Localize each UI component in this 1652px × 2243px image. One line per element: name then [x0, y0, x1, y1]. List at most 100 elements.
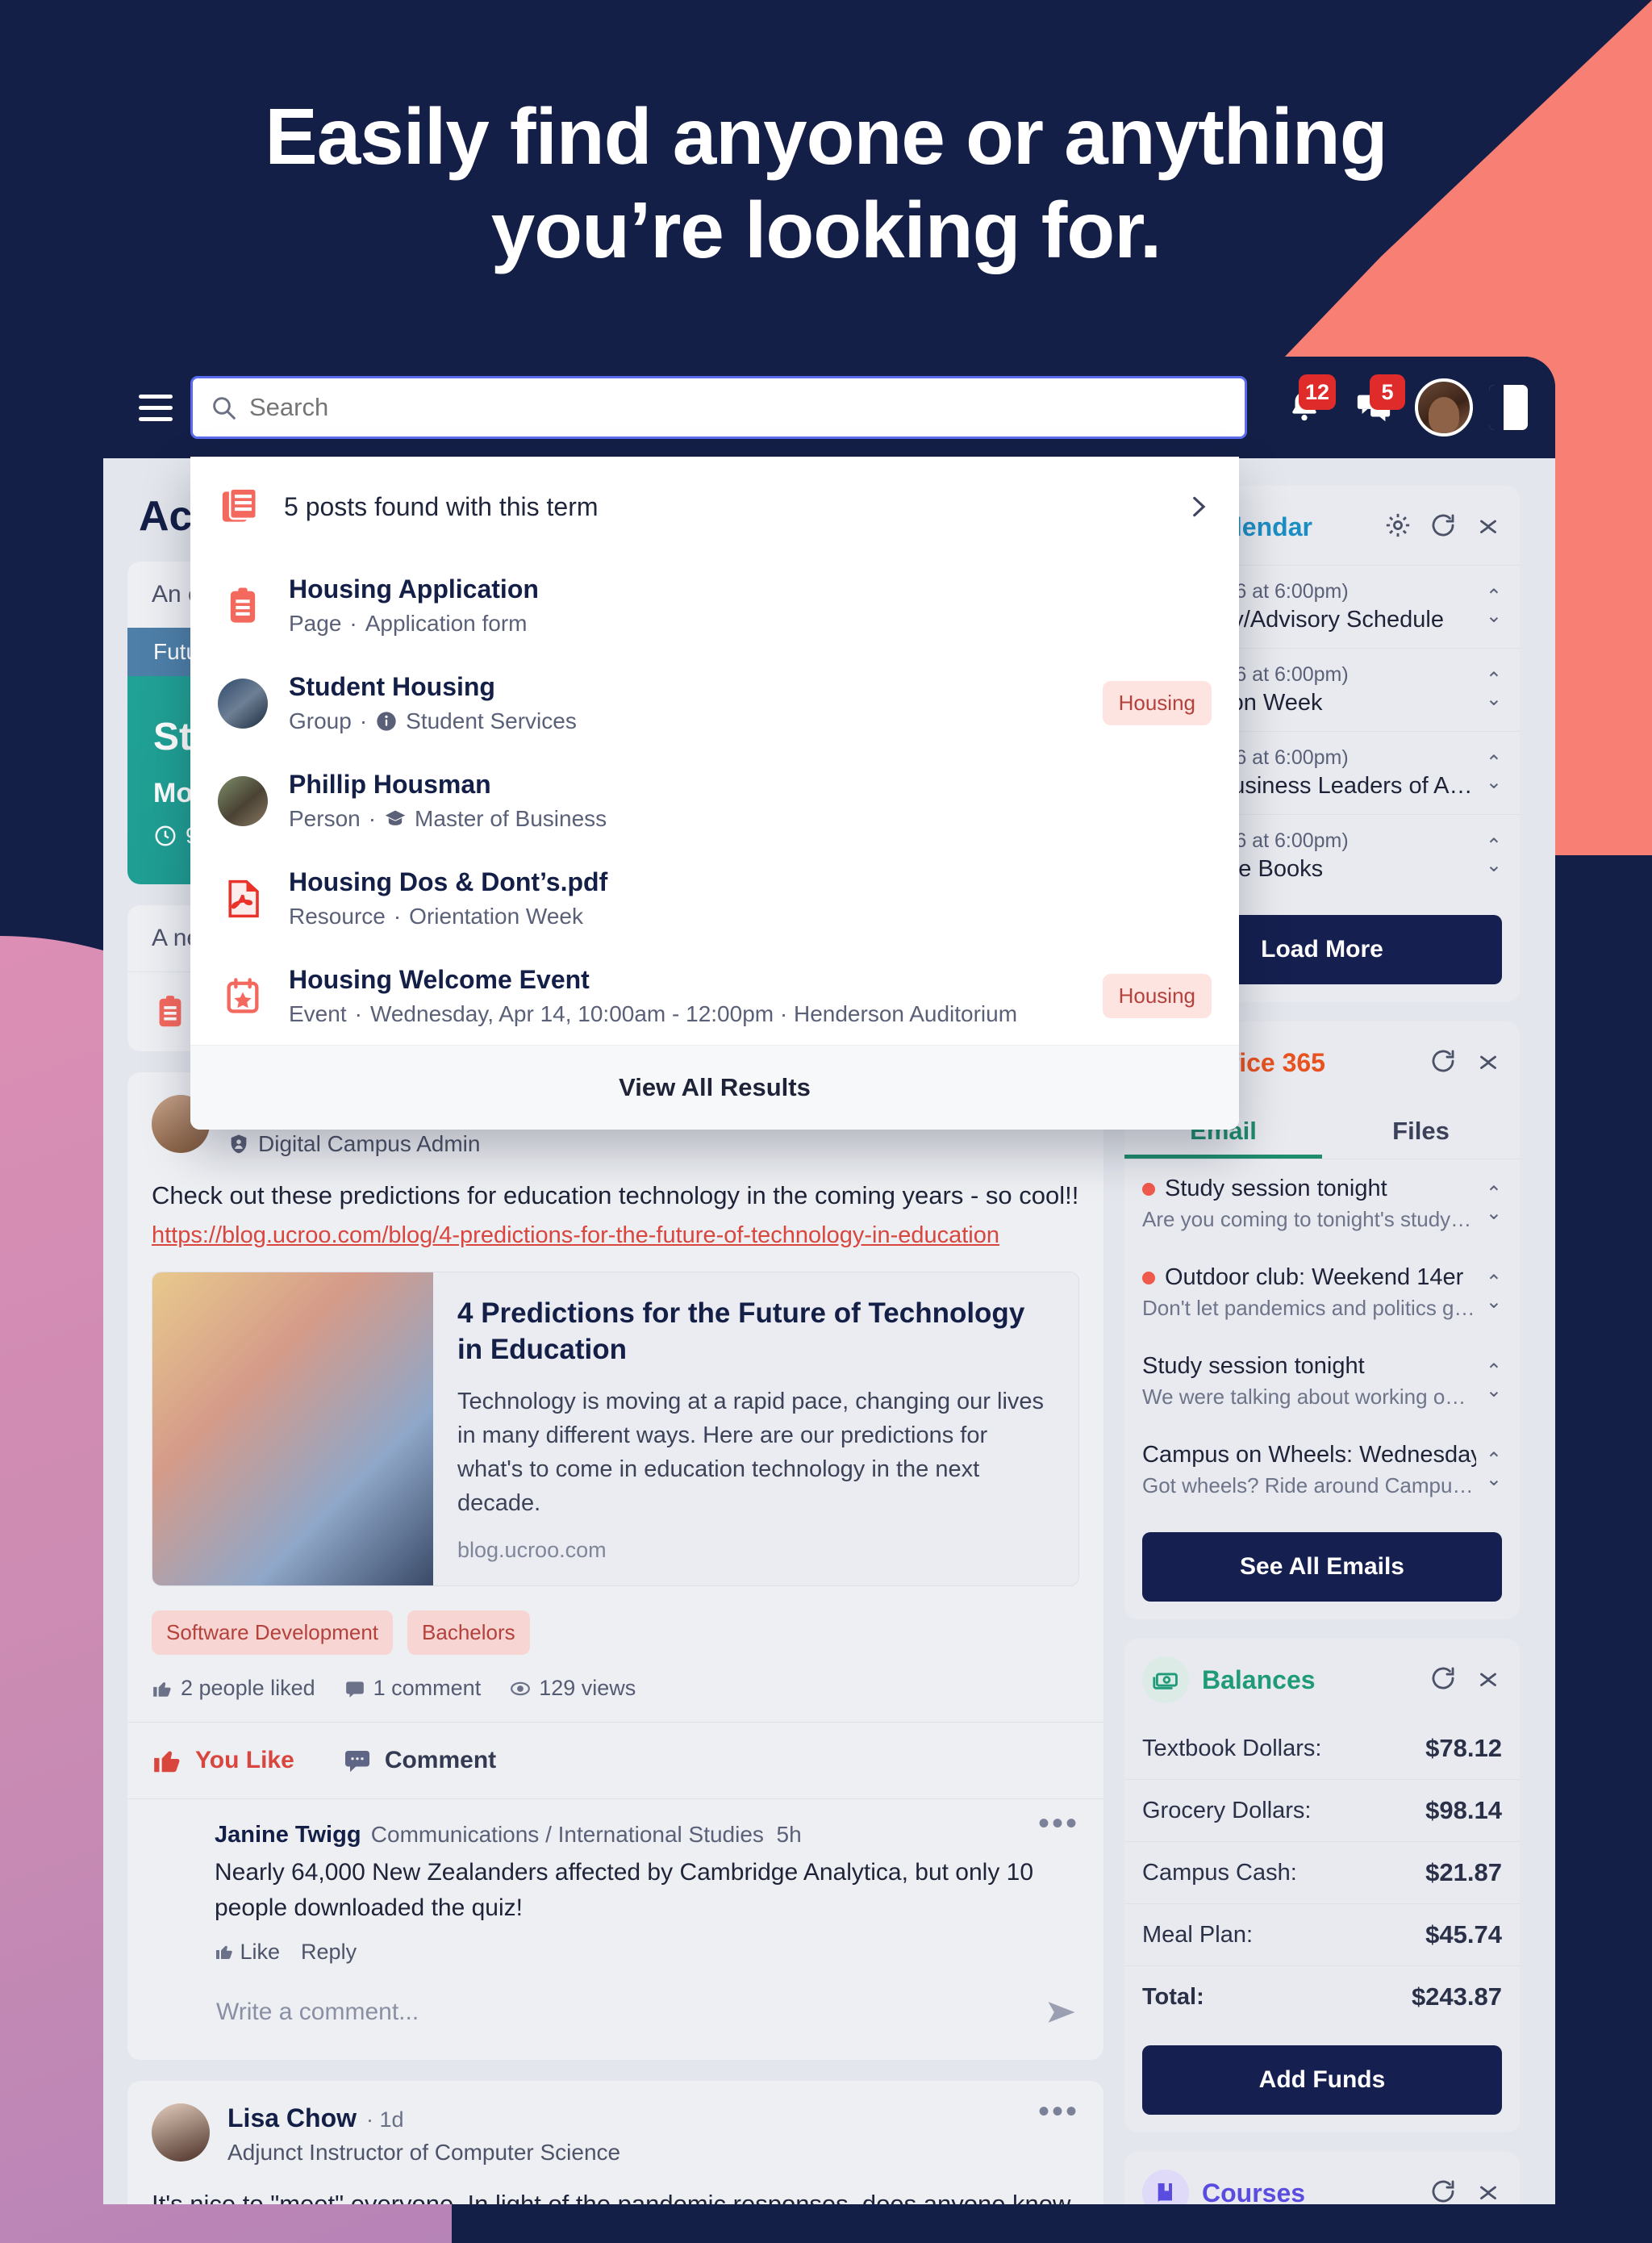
email-subject: Campus on Wheels: Wednesday Ni... — [1142, 1442, 1476, 1468]
list-item[interactable]: Outdoor club: Weekend 14er Don't let pan… — [1124, 1248, 1520, 1337]
comment-actions: Like Reply — [215, 1940, 1079, 1965]
see-all-emails-button[interactable]: See All Emails — [1142, 1532, 1502, 1602]
link-preview-domain: blog.ucroo.com — [457, 1538, 607, 1563]
post-stats: 2 people liked 1 comment 129 views — [127, 1655, 1103, 1722]
send-icon[interactable] — [1044, 1994, 1079, 2030]
table-row-total: Total: $243.87 — [1124, 1965, 1520, 2028]
email-preview: Got wheels? Ride around Campus with us..… — [1142, 1473, 1476, 1497]
email-list: Study session tonight Are you coming to … — [1124, 1159, 1520, 1514]
expand-collapse-icon[interactable]: ⌃ ⌄ — [1486, 1362, 1502, 1401]
collapse-icon[interactable] — [1475, 2178, 1502, 2205]
chevron-right-icon[interactable] — [1184, 493, 1212, 520]
shield-user-icon — [231, 1134, 247, 1154]
list-item[interactable]: Study session tonight Are you coming to … — [1124, 1159, 1520, 1248]
like-button[interactable]: You Like — [152, 1745, 294, 1776]
expand-collapse-icon[interactable]: ⌃ ⌄ — [1486, 1184, 1502, 1223]
balance-value: $78.12 — [1425, 1734, 1502, 1762]
right-panel-toggle-icon[interactable] — [1489, 385, 1528, 430]
result-type: Group — [289, 708, 352, 733]
comment-label: Comment — [384, 1747, 497, 1774]
post-author-avatar[interactable] — [152, 2103, 210, 2162]
list-item[interactable]: Campus on Wheels: Wednesday Ni... Got wh… — [1124, 1426, 1520, 1514]
messages-badge: 5 — [1370, 374, 1405, 410]
unread-dot — [1142, 1182, 1155, 1196]
comment-options-icon[interactable]: ••• — [1038, 1807, 1079, 1840]
result-title: Student Housing — [289, 672, 495, 701]
expand-collapse-icon[interactable]: ⌃ ⌄ — [1486, 670, 1502, 709]
link-preview-card[interactable]: 4 Predictions for the Future of Technolo… — [152, 1271, 1079, 1587]
post-author-name[interactable]: Lisa Chow — [227, 2103, 357, 2132]
tab-files[interactable]: Files — [1322, 1101, 1520, 1159]
search-bar[interactable] — [190, 376, 1247, 439]
add-funds-button[interactable]: Add Funds — [1142, 2045, 1502, 2115]
post-options-icon[interactable]: ••• — [1038, 2095, 1079, 2128]
avatar[interactable] — [1415, 378, 1473, 436]
expand-collapse-icon[interactable]: ⌃ ⌄ — [1486, 587, 1502, 626]
comment-reply-button[interactable]: Reply — [301, 1940, 357, 1965]
post-role-label: Digital Campus Admin — [258, 1131, 481, 1156]
widget-controls — [1429, 2178, 1502, 2205]
comment-button[interactable]: Comment — [343, 1746, 496, 1775]
search-result-item[interactable]: Phillip Housman Person · Master of Busin… — [190, 752, 1239, 850]
search-input[interactable] — [249, 393, 1227, 422]
collapse-icon[interactable] — [1475, 1047, 1502, 1079]
refresh-icon[interactable] — [1429, 1047, 1457, 1079]
comment-input-placeholder[interactable]: Write a comment... — [216, 1999, 1026, 2026]
widget-header: Balances — [1124, 1639, 1520, 1718]
search-result-item[interactable]: Student Housing Group · Student Services… — [190, 654, 1239, 752]
hero-headline: Easily find anyone or anything you’re lo… — [0, 90, 1652, 277]
messages-button[interactable]: 5 — [1339, 374, 1408, 439]
thumbs-up-icon — [153, 1681, 171, 1697]
status-badge: Housing — [1102, 681, 1212, 725]
search-result-item[interactable]: Housing Dos & Dont’s.pdf Resource · Orie… — [190, 850, 1239, 947]
thumbs-up-filled-icon — [154, 1751, 180, 1773]
separator: · — [354, 1001, 362, 1026]
expand-collapse-icon[interactable]: ⌃ ⌄ — [1486, 837, 1502, 875]
comment-like-button[interactable]: Like — [215, 1940, 280, 1965]
post-link[interactable]: https://blog.ucroo.com/blog/4-prediction… — [127, 1214, 1103, 1249]
tag[interactable]: Bachelors — [407, 1610, 530, 1656]
posts-found-row[interactable]: 5 posts found with this term — [190, 457, 1239, 557]
refresh-icon[interactable] — [1429, 1664, 1457, 1696]
comment-icon — [344, 1751, 369, 1773]
list-item[interactable]: Study session tonight We were talking ab… — [1124, 1337, 1520, 1426]
email-subject-row: Campus on Wheels: Wednesday Ni... — [1142, 1442, 1476, 1468]
gear-icon[interactable] — [1384, 512, 1412, 543]
info-icon — [377, 712, 396, 731]
top-navigation-bar: 12 5 — [103, 357, 1555, 458]
comment-author-name[interactable]: Janine Twigg — [215, 1822, 361, 1848]
hamburger-menu-icon[interactable] — [127, 394, 184, 421]
result-meta: Wednesday, Apr 14, 10:00am - 12:00pm · H… — [369, 1001, 1018, 1026]
expand-collapse-icon[interactable]: ⌃ ⌄ — [1486, 754, 1502, 792]
table-row: Grocery Dollars: $98.14 — [1124, 1779, 1520, 1841]
notifications-button[interactable]: 12 — [1270, 374, 1339, 439]
eye-icon — [511, 1681, 531, 1695]
view-all-results-button[interactable]: View All Results — [190, 1045, 1239, 1130]
balance-label: Textbook Dollars: — [1142, 1735, 1322, 1761]
expand-collapse-icon[interactable]: ⌃ ⌄ — [1486, 1273, 1502, 1312]
group-avatar — [218, 678, 268, 729]
tag[interactable]: Software Development — [152, 1610, 394, 1656]
expand-collapse-icon[interactable]: ⌃ ⌄ — [1486, 1451, 1502, 1489]
refresh-icon[interactable] — [1429, 512, 1457, 543]
result-title: Housing Welcome Event — [289, 965, 590, 994]
search-result-item[interactable]: Housing Welcome Event Event · Wednesday,… — [190, 947, 1239, 1045]
result-title: Phillip Housman — [289, 770, 491, 799]
views-stat: 129 views — [510, 1676, 636, 1701]
hero-line-1: Easily find anyone or anything — [265, 92, 1387, 181]
money-icon — [1142, 1656, 1189, 1703]
result-subtitle: Group · Student Services — [289, 708, 1082, 734]
table-row: Textbook Dollars: $78.12 — [1124, 1718, 1520, 1779]
result-meta: Application form — [365, 611, 528, 636]
result-meta: Student Services — [406, 708, 577, 733]
email-preview: We were talking about working on our pro… — [1142, 1385, 1476, 1409]
refresh-icon[interactable] — [1429, 2178, 1457, 2205]
widget-controls — [1384, 512, 1502, 543]
email-subject-row: Study session tonight — [1142, 1176, 1476, 1202]
comment-author-avatar[interactable] — [152, 1822, 198, 1869]
search-result-item[interactable]: Housing Application Page · Application f… — [190, 557, 1239, 654]
collapse-icon[interactable] — [1475, 512, 1502, 543]
post: Lisa Chow · 1d Adjunct Instructor of Com… — [127, 2081, 1103, 2204]
comment-composer[interactable]: Write a comment... — [127, 1965, 1103, 2060]
collapse-icon[interactable] — [1475, 1664, 1502, 1696]
